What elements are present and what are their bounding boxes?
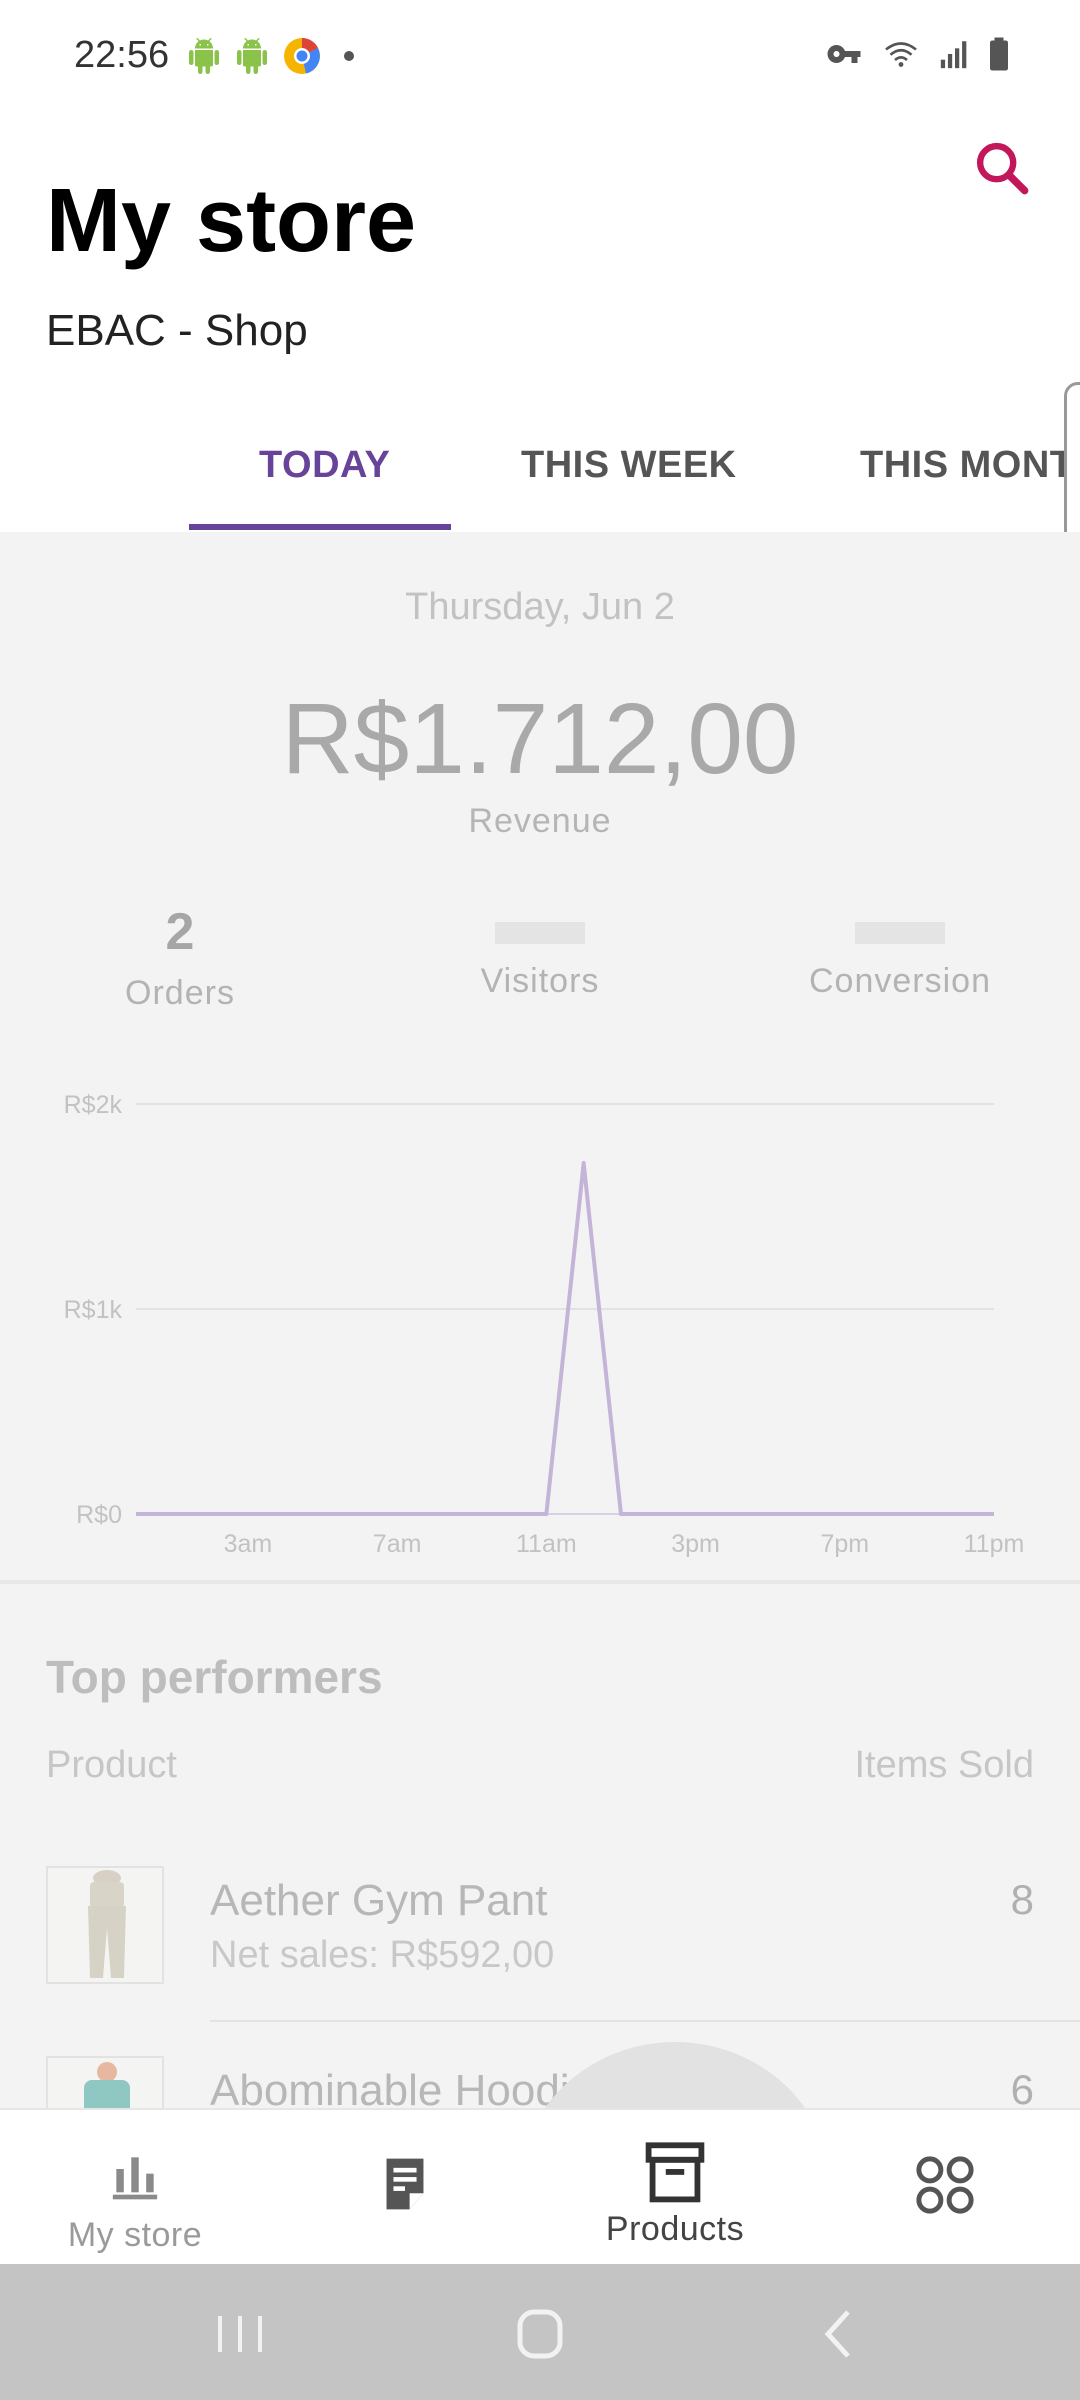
recent-apps-button[interactable]	[200, 2304, 280, 2364]
archive-box-icon	[645, 2142, 705, 2203]
x-tick-label: 7pm	[820, 1530, 869, 1558]
product-items-sold: 8	[1010, 1876, 1034, 1923]
back-button[interactable]	[800, 2304, 880, 2364]
hoodie-image-icon	[48, 2058, 162, 2108]
page-title: My store	[46, 171, 417, 271]
stat-visitors-placeholder	[495, 922, 585, 944]
stat-orders-label: Orders	[125, 974, 235, 1012]
x-tick-label: 11am	[516, 1530, 577, 1558]
tab-this-month[interactable]: THIS MONTH	[860, 444, 1080, 487]
nav-my-store[interactable]: My store	[0, 2110, 270, 2266]
vpn-key-icon	[827, 45, 861, 63]
dot-icon	[344, 51, 354, 61]
more-grid-icon	[916, 2156, 974, 2214]
column-header-items-sold: Items Sold	[854, 1744, 1034, 1786]
search-button[interactable]	[970, 136, 1034, 200]
wifi-icon	[885, 42, 917, 67]
stat-orders: 2 Orders	[30, 902, 330, 1013]
revenue-label: Revenue	[468, 802, 612, 840]
home-icon	[517, 2309, 563, 2359]
stat-conversion: Conversion	[750, 902, 1050, 1001]
back-icon	[824, 2310, 850, 2358]
x-tick-label: 3am	[224, 1530, 273, 1558]
top-performers-title: Top performers	[46, 1651, 383, 1703]
nav-products-label: Products	[605, 2210, 745, 2248]
y-tick-label: R$2k	[64, 1091, 123, 1119]
android-icon	[237, 38, 267, 74]
x-tick-label: 11pm	[964, 1530, 1025, 1558]
tab-today[interactable]: TODAY	[259, 444, 390, 487]
nav-my-store-label: My store	[67, 2216, 203, 2254]
nav-products[interactable]: Products	[540, 2110, 810, 2266]
android-icon	[189, 38, 219, 74]
column-header-product: Product	[46, 1744, 177, 1786]
store-stats-content: Thursday, Jun 2 R$1.712,00 Revenue 2 Ord…	[0, 532, 1080, 2108]
y-tick-label: R$1k	[64, 1296, 123, 1324]
revenue-chart: R$2k R$1k R$0 3am 7am 11am 3pm 7pm 11pm	[64, 1091, 1025, 1558]
stat-visitors-label: Visitors	[480, 962, 600, 1000]
tab-this-week[interactable]: THIS WEEK	[521, 444, 737, 487]
stat-orders-value: 2	[165, 903, 195, 961]
nav-more[interactable]	[810, 2110, 1080, 2266]
stat-conversion-label: Conversion	[809, 962, 991, 1000]
battery-icon	[990, 37, 1008, 71]
product-net-sales: Net sales: R$592,00	[210, 1934, 555, 1976]
y-tick-label: R$0	[76, 1501, 122, 1529]
pant-image-icon	[48, 1868, 162, 1982]
orders-icon	[386, 2158, 424, 2210]
search-icon	[976, 142, 1029, 195]
system-navigation-bar	[0, 2264, 1080, 2400]
active-tab-indicator	[189, 524, 451, 530]
list-item[interactable]: Abominable Hoodie 6	[0, 2032, 1080, 2108]
status-time: 22:56	[74, 34, 170, 76]
home-button[interactable]	[500, 2304, 580, 2364]
revenue-series-line	[136, 1161, 994, 1516]
stat-conversion-placeholder	[855, 922, 945, 944]
row-divider	[210, 2020, 1080, 2022]
bottom-navigation: My store Products	[0, 2108, 1080, 2264]
date-range-tabs: TODAY THIS WEEK THIS MONTH	[0, 400, 1080, 532]
signal-icon	[940, 41, 967, 69]
product-thumbnail	[46, 2056, 164, 2108]
x-tick-label: 7am	[373, 1530, 422, 1558]
product-name: Abominable Hoodie	[210, 2066, 595, 2108]
nav-orders[interactable]	[270, 2110, 540, 2266]
product-thumbnail	[46, 1866, 164, 1984]
product-items-sold: 6	[1010, 2066, 1034, 2108]
bar-chart-icon	[112, 2157, 158, 2200]
list-item[interactable]: Aether Gym Pant Net sales: R$592,00 8	[0, 1842, 1080, 2022]
store-name: EBAC - Shop	[46, 306, 308, 355]
stats-date: Thursday, Jun 2	[405, 586, 675, 628]
product-name: Aether Gym Pant	[210, 1876, 548, 1925]
chrome-like-icon	[284, 38, 320, 74]
revenue-value: R$1.712,00	[281, 683, 799, 795]
status-bar: 22:56	[0, 0, 1080, 112]
x-tick-label: 3pm	[671, 1530, 720, 1558]
recent-apps-icon	[218, 2316, 262, 2352]
section-divider	[0, 1580, 1080, 1584]
stat-visitors: Visitors	[390, 902, 690, 1001]
